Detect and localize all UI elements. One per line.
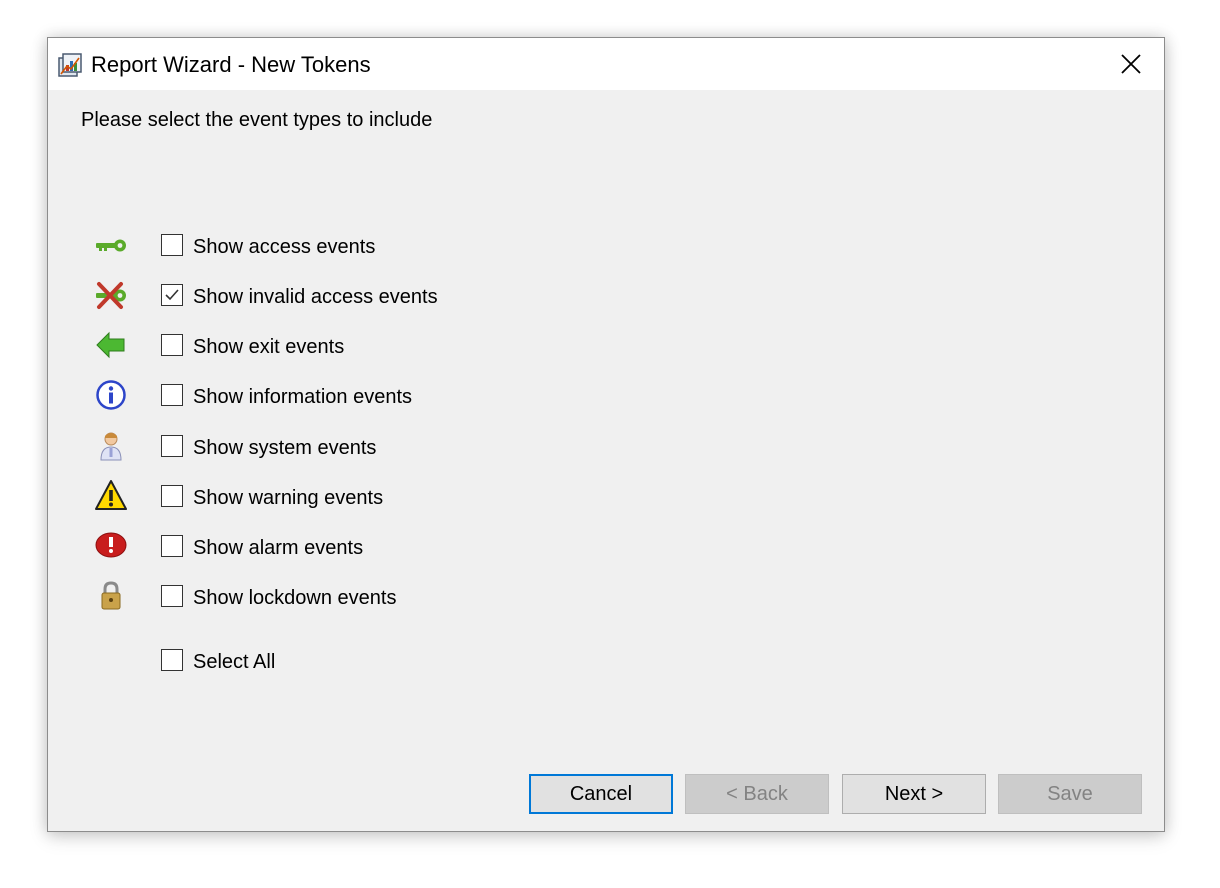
padlock-icon [94,579,128,613]
instruction-text: Please select the event types to include [81,109,433,131]
event-row-invalid-access: Show invalid access events [48,278,648,318]
checkbox-show-exit[interactable] [161,334,183,356]
checkbox-label[interactable]: Show system events [193,436,376,460]
checkbox-show-warning[interactable] [161,485,183,507]
report-wizard-window: Report Wizard - New Tokens Please select… [47,37,1165,832]
select-all-label[interactable]: Select All [193,650,275,674]
checkbox-label[interactable]: Show lockdown events [193,586,396,610]
event-row-access: Show access events [48,228,648,268]
cancel-button[interactable]: Cancel [529,774,673,814]
checkbox-show-lockdown[interactable] [161,585,183,607]
invalid-access-icon [94,278,128,312]
key-icon [94,228,128,262]
event-row-alarm: Show alarm events [48,529,648,569]
event-row-exit: Show exit events [48,328,648,368]
next-button[interactable]: Next > [842,774,986,814]
window-title: Report Wizard - New Tokens [91,52,371,77]
checkbox-label[interactable]: Show warning events [193,486,383,510]
checkbox-show-access[interactable] [161,234,183,256]
checkbox-show-system[interactable] [161,435,183,457]
checkbox-show-alarm[interactable] [161,535,183,557]
warning-icon [94,479,128,513]
close-button[interactable] [1098,38,1164,90]
checkbox-select-all[interactable] [161,649,183,671]
exit-arrow-icon [94,328,128,362]
checkbox-label[interactable]: Show information events [193,385,412,409]
event-row-lockdown: Show lockdown events [48,579,648,619]
checkmark-icon [165,289,179,301]
checkbox-label[interactable]: Show access events [193,235,375,259]
checkbox-label[interactable]: Show exit events [193,335,344,359]
checkbox-label[interactable]: Show invalid access events [193,285,438,309]
event-row-warning: Show warning events [48,479,648,519]
info-icon [94,378,128,412]
select-all-row: Select All [48,643,648,683]
save-button[interactable]: Save [998,774,1142,814]
back-button[interactable]: < Back [685,774,829,814]
checkbox-show-invalid-access[interactable] [161,284,183,306]
event-row-information: Show information events [48,378,648,418]
checkbox-label[interactable]: Show alarm events [193,536,363,560]
title-bar: Report Wizard - New Tokens [48,38,1164,90]
checkbox-show-information[interactable] [161,384,183,406]
system-user-icon [94,429,128,463]
close-icon [1121,54,1141,74]
event-row-system: Show system events [48,429,648,469]
alarm-icon [94,529,128,563]
report-app-icon [57,52,83,78]
